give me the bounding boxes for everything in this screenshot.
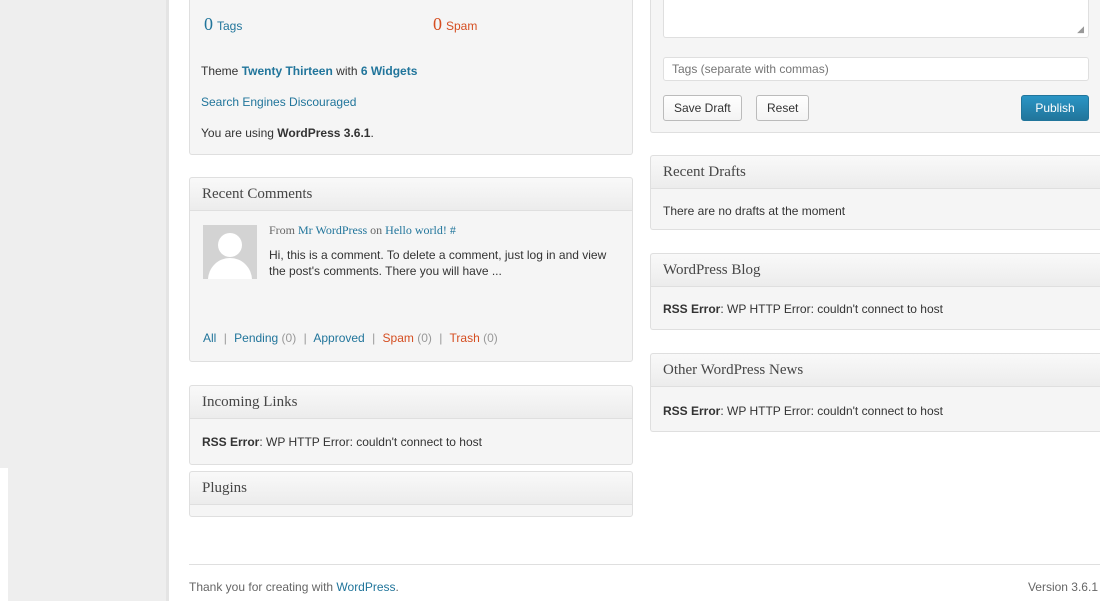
admin-sidebar [0, 0, 168, 468]
footer-thanks: Thank you for creating with WordPress. [189, 580, 399, 594]
rss-error-text: : WP HTTP Error: couldn't connect to hos… [259, 435, 482, 449]
incoming-links-widget: Incoming Links RSS Error: WP HTTP Error:… [189, 385, 633, 465]
search-engines-discouraged-link[interactable]: Search Engines Discouraged [201, 95, 356, 109]
tags-input[interactable] [663, 57, 1089, 81]
spam-label[interactable]: Spam [446, 19, 477, 33]
separator: | [223, 331, 227, 345]
version-prefix: You are using [201, 126, 278, 140]
admin-sidebar-lower [8, 468, 168, 601]
comment-filter-links: All | Pending (0) | Approved | Spam (0) … [203, 331, 498, 345]
wordpress-blog-title[interactable]: WordPress Blog [651, 254, 1100, 287]
other-news-title[interactable]: Other WordPress News [651, 354, 1100, 387]
rss-error-message: RSS Error: WP HTTP Error: couldn't conne… [663, 404, 943, 418]
comments-pending-link[interactable]: Pending [234, 331, 278, 345]
version-info: You are using WordPress 3.6.1. [201, 126, 374, 140]
version-name: WordPress 3.6.1 [277, 126, 371, 140]
publish-button[interactable]: Publish [1021, 95, 1089, 121]
comments-trash-link[interactable]: Trash [450, 331, 480, 345]
footer-wordpress-link[interactable]: WordPress [336, 580, 395, 594]
version-suffix: . [370, 126, 374, 140]
comment-permalink[interactable]: # [447, 223, 456, 237]
comment-excerpt: Hi, this is a comment. To delete a comme… [269, 248, 607, 278]
resize-handle-icon[interactable]: ◢ [1077, 24, 1084, 35]
comments-all-link[interactable]: All [203, 331, 216, 345]
comments-approved-link[interactable]: Approved [313, 331, 364, 345]
comment-post-link[interactable]: Hello world! [385, 223, 447, 237]
plugins-title[interactable]: Plugins [190, 472, 632, 505]
footer-thanks-prefix: Thank you for creating with [189, 580, 337, 594]
footer-divider [189, 564, 1100, 565]
incoming-links-title[interactable]: Incoming Links [190, 386, 632, 419]
tags-stat[interactable]: 0 Tags [204, 14, 242, 35]
separator: | [372, 331, 376, 345]
sidebar-divider [166, 0, 169, 601]
save-draft-button[interactable]: Save Draft [663, 95, 742, 121]
recent-comments-widget: Recent Comments From Mr WordPress on Hel… [189, 177, 633, 362]
trash-count: (0) [483, 331, 498, 345]
tags-count[interactable]: 0 [204, 14, 213, 34]
spam-stat[interactable]: 0 Spam [433, 14, 477, 35]
plugins-widget: Plugins [189, 471, 633, 517]
tags-label[interactable]: Tags [217, 19, 242, 33]
theme-with: with [332, 64, 361, 78]
comment-meta: From Mr WordPress on Hello world! # [269, 223, 456, 238]
recent-drafts-title[interactable]: Recent Drafts [651, 156, 1100, 189]
recent-drafts-widget: Recent Drafts There are no drafts at the… [650, 155, 1100, 230]
footer-version: Version 3.6.1 [1027, 580, 1098, 594]
spam-count[interactable]: 0 [433, 14, 442, 34]
theme-info: Theme Twenty Thirteen with 6 Widgets [201, 64, 417, 78]
comments-spam-link[interactable]: Spam [383, 331, 414, 345]
rss-error-label: RSS Error [663, 302, 721, 316]
from-label: From [269, 223, 299, 237]
avatar [203, 225, 257, 279]
theme-prefix: Theme [201, 64, 242, 78]
rss-error-label: RSS Error [202, 435, 260, 449]
rss-error-message: RSS Error: WP HTTP Error: couldn't conne… [663, 302, 943, 316]
footer-thanks-suffix: . [395, 580, 399, 594]
on-label: on [367, 223, 386, 237]
rss-error-message: RSS Error: WP HTTP Error: couldn't conne… [202, 435, 482, 449]
separator: | [303, 331, 307, 345]
pending-count: (0) [281, 331, 297, 345]
spam-comment-count: (0) [417, 331, 432, 345]
rss-error-label: RSS Error [663, 404, 721, 418]
theme-link[interactable]: Twenty Thirteen [242, 64, 333, 78]
no-drafts-message: There are no drafts at the moment [663, 204, 846, 218]
rss-error-text: : WP HTTP Error: couldn't connect to hos… [720, 404, 943, 418]
comment-author-link[interactable]: Mr WordPress [298, 223, 367, 237]
right-now-widget: 0 Tags 0 Spam Theme Twenty Thirteen with 6… [189, 0, 633, 155]
separator: | [439, 331, 443, 345]
quickpress-widget: ◢ Save Draft Reset Publish [650, 0, 1100, 133]
rss-error-text: : WP HTTP Error: couldn't connect to hos… [720, 302, 943, 316]
quickpress-content-textarea[interactable]: ◢ [663, 0, 1089, 38]
reset-button[interactable]: Reset [756, 95, 810, 121]
other-wordpress-news-widget: Other WordPress News RSS Error: WP HTTP … [650, 353, 1100, 432]
widgets-link[interactable]: 6 Widgets [361, 64, 418, 78]
recent-comments-title[interactable]: Recent Comments [190, 178, 632, 211]
wordpress-blog-widget: WordPress Blog RSS Error: WP HTTP Error:… [650, 253, 1100, 330]
